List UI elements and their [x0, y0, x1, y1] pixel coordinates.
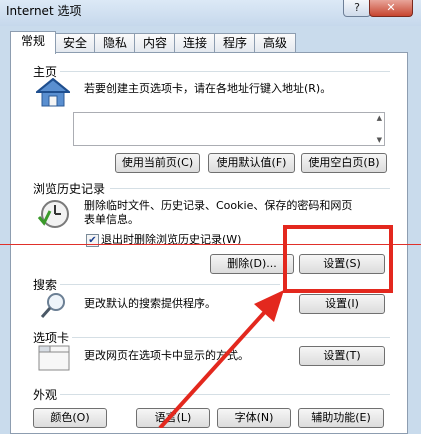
annotation-red-arrow	[158, 290, 284, 428]
tab-general[interactable]: 常规	[10, 31, 56, 54]
